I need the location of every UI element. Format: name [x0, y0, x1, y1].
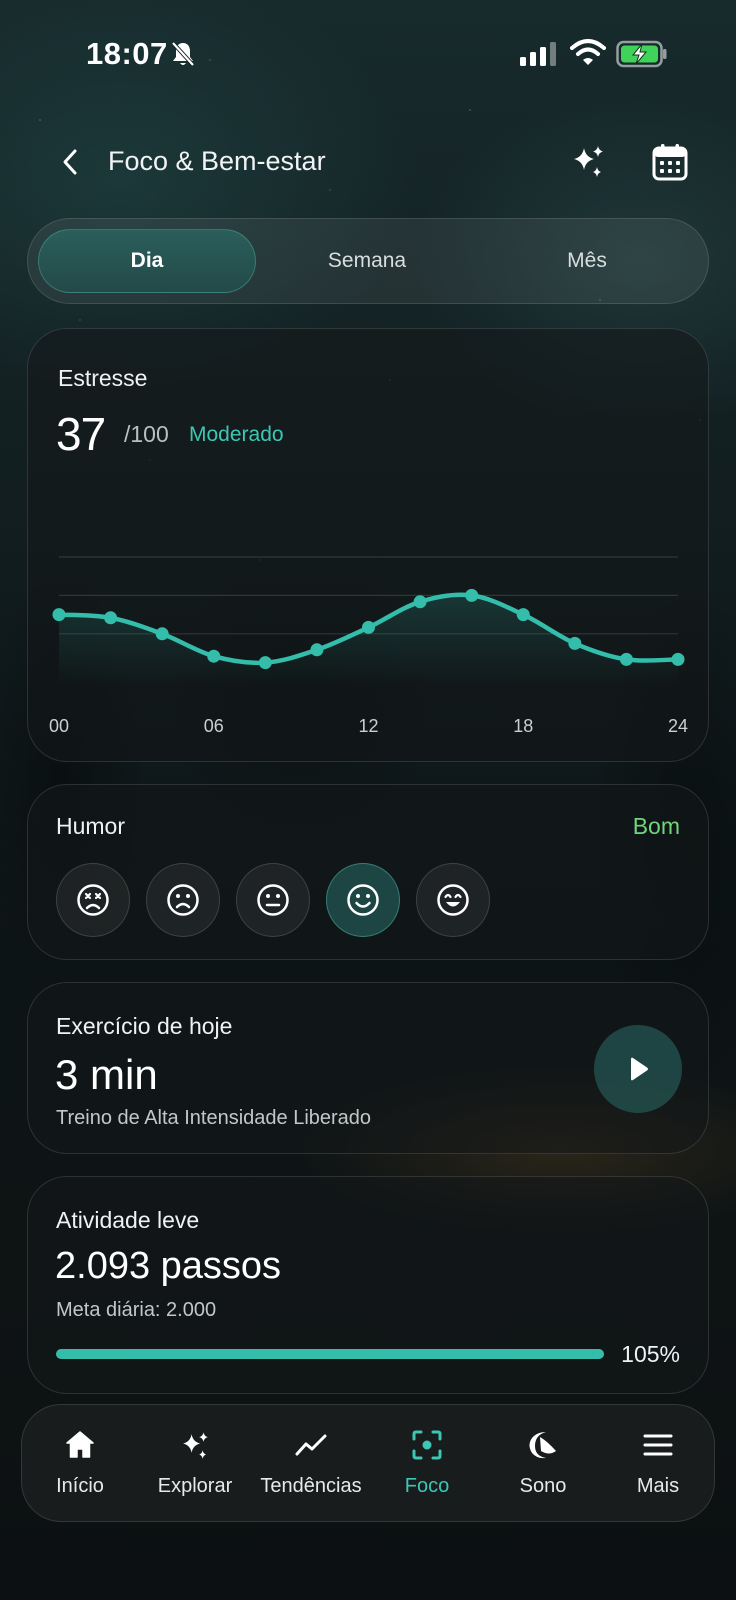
nav-item-explore[interactable]: Explorar [137, 1405, 253, 1523]
smile-face-icon [347, 884, 379, 916]
x-tick-label-18: 18 [513, 716, 533, 736]
sad-face-icon [167, 884, 199, 916]
steps-progress-bar [56, 1349, 604, 1359]
stress-point-20 [568, 636, 582, 650]
signal-icon [520, 42, 556, 66]
mood-status: Bom [632, 813, 680, 839]
nav-label-explore: Explorar [157, 1475, 233, 1497]
x-tick-label-24: 24 [668, 716, 688, 736]
x-tick-label-06: 06 [204, 716, 224, 736]
tab-week[interactable]: Semana [258, 229, 476, 293]
ai-insights-button[interactable] [566, 140, 610, 184]
activity-card[interactable]: Atividade leve 2.093 passos Meta diária:… [27, 1176, 709, 1394]
back-button[interactable] [50, 142, 90, 182]
period-segmented-control: Dia Semana Mês [27, 218, 709, 304]
exercise-card[interactable]: Exercício de hoje 3 min Treino de Alta I… [27, 982, 709, 1154]
mood-title: Humor [56, 813, 126, 839]
activity-steps: 2.093 passos [55, 1245, 282, 1287]
stress-card[interactable]: Estresse 37 /100 Moderado 00 06 12 18 24 [27, 328, 709, 762]
nav-label-sleep: Sono [519, 1475, 567, 1497]
mood-option-very-sad[interactable] [56, 863, 130, 937]
stress-point-22 [619, 652, 633, 666]
stress-point-24 [671, 652, 685, 666]
play-icon [631, 1057, 648, 1081]
calendar-icon [652, 144, 688, 181]
bottom-navigation: Início Explorar Tendências Foco Sono Mai… [21, 1404, 715, 1522]
x-tick-label-12: 12 [358, 716, 378, 736]
very-sad-face-icon [77, 884, 109, 916]
mood-option-good[interactable] [326, 863, 400, 937]
stress-line-chart: 00 06 12 18 24 [49, 556, 688, 736]
chevron-left-icon [63, 149, 77, 175]
nav-label-home: Início [56, 1475, 104, 1497]
stress-point-18 [516, 608, 530, 622]
focus-icon [412, 1430, 442, 1460]
home-icon [66, 1431, 94, 1458]
calendar-button[interactable] [648, 140, 692, 184]
nav-label-more: Mais [636, 1475, 680, 1497]
activity-title: Atividade leve [56, 1207, 200, 1233]
mood-card: Humor Bom [27, 784, 709, 960]
mood-option-sad[interactable] [146, 863, 220, 937]
nav-item-sleep[interactable]: Sono [485, 1405, 601, 1523]
stress-point-12 [362, 620, 375, 634]
exercise-subtitle: Treino de Alta Intensidade Liberado [56, 1107, 372, 1129]
play-exercise-button[interactable] [594, 1025, 682, 1113]
stress-point-14 [413, 595, 427, 609]
stress-point-2 [104, 611, 118, 625]
header: Foco & Bem-estar [0, 130, 736, 194]
x-tick-label-00: 00 [49, 716, 69, 736]
neutral-face-icon [257, 884, 289, 916]
status-time: 18:07 [86, 36, 168, 71]
page-title: Foco & Bem-estar [108, 146, 326, 176]
nav-item-home[interactable]: Início [22, 1405, 138, 1523]
steps-progress-label: 105% [621, 1341, 680, 1367]
nav-label-focus: Foco [404, 1475, 450, 1497]
nav-item-more[interactable]: Mais [600, 1405, 716, 1523]
stress-point-16 [465, 588, 479, 602]
stress-point-8 [258, 656, 272, 670]
bell-off-icon [171, 41, 195, 67]
steps-progress-fill [56, 1349, 604, 1359]
nav-item-trends[interactable]: Tendências [253, 1405, 369, 1523]
activity-goal: Meta diária: 2.000 [56, 1299, 217, 1321]
mood-option-neutral[interactable] [236, 863, 310, 937]
trend-icon [295, 1434, 327, 1456]
stress-point-0 [52, 608, 66, 622]
exercise-duration: 3 min [55, 1051, 158, 1098]
tab-day[interactable]: Dia [38, 229, 256, 293]
menu-icon [643, 1434, 673, 1456]
stress-area-fill [59, 594, 678, 685]
stress-point-6 [207, 649, 221, 663]
moon-icon [529, 1432, 556, 1459]
wifi-icon [570, 39, 606, 65]
stress-point-10 [310, 643, 324, 657]
tab-month[interactable]: Mês [478, 229, 696, 293]
nav-item-focus[interactable]: Foco [369, 1405, 485, 1523]
mood-option-very-good[interactable] [416, 863, 490, 937]
battery-charging-icon [616, 40, 667, 68]
exercise-title: Exercício de hoje [56, 1013, 233, 1039]
status-bar: 18:07 [0, 0, 736, 108]
sparkle-icon [183, 1432, 208, 1459]
nav-label-trends: Tendências [260, 1475, 362, 1497]
sparkle-icon [574, 146, 603, 177]
stress-point-4 [155, 627, 169, 641]
happy-face-icon [437, 884, 469, 916]
